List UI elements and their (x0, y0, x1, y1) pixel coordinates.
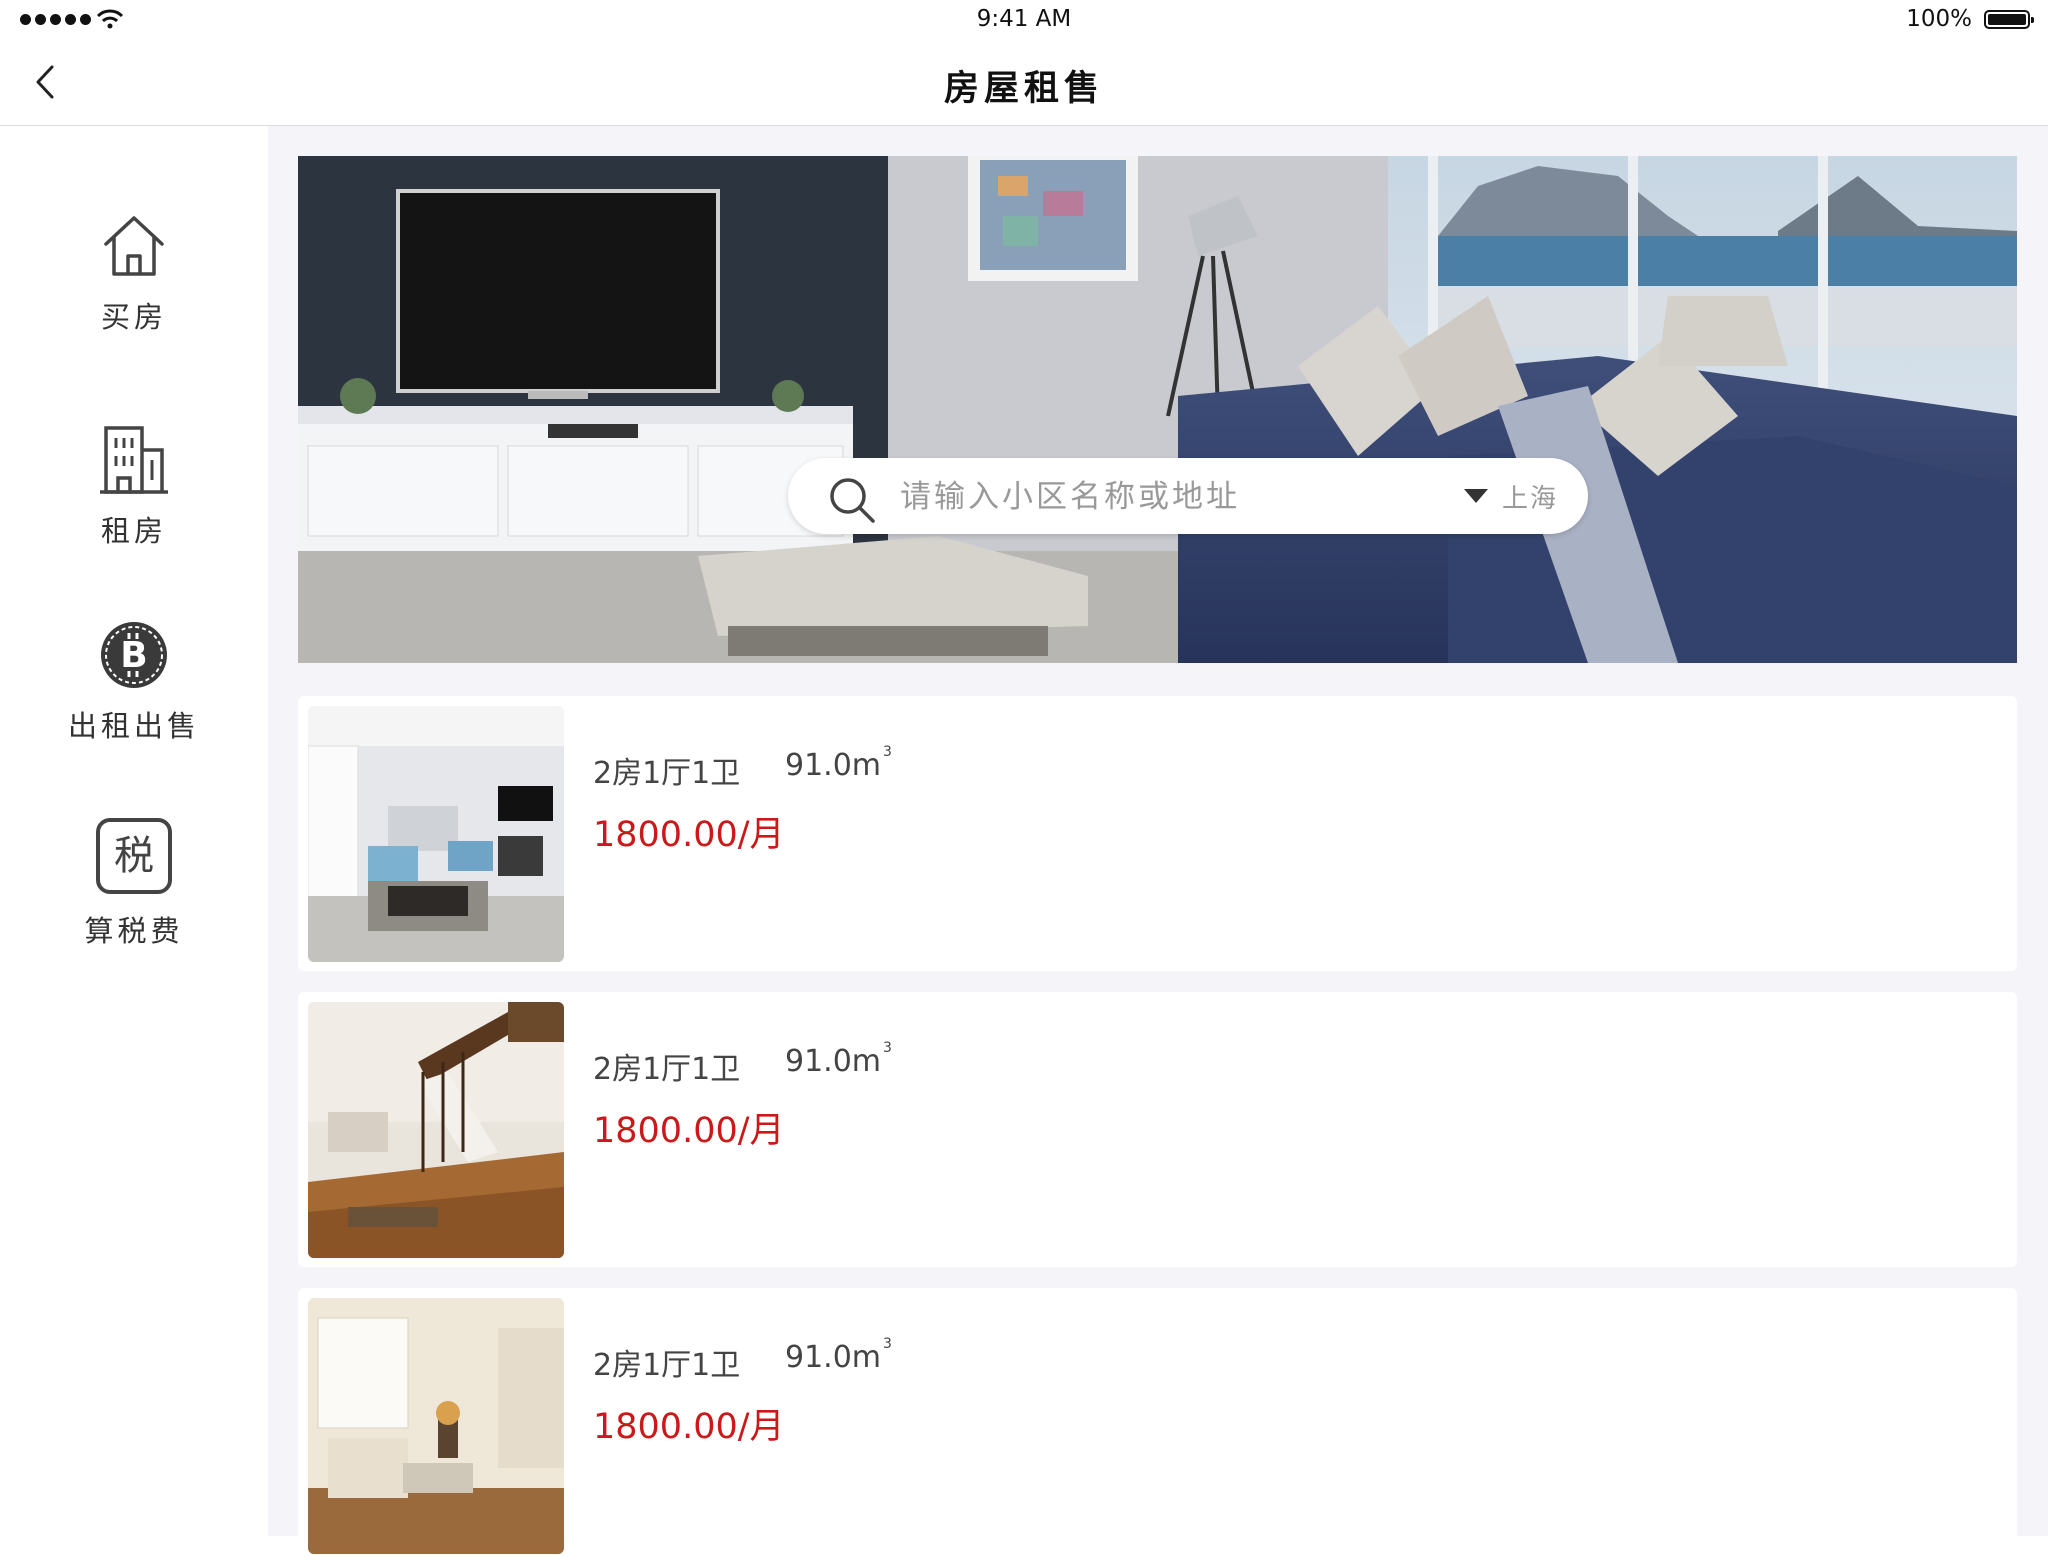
listing-thumbnail (308, 1298, 564, 1554)
battery-percentage: 100% (1906, 6, 1972, 32)
sidebar-item-buy[interactable]: 买房 (0, 210, 268, 336)
bitcoin-icon: B (101, 622, 167, 688)
listing-area-value: 91.0m (785, 748, 882, 783)
area-unit-superscript: 3 (883, 744, 892, 760)
listing-area-value: 91.0m (785, 1340, 882, 1375)
sidebar-item-label: 算税费 (84, 914, 184, 948)
sidebar-item-label: 出租出售 (67, 709, 200, 743)
listing-price: 1800.00/月 (593, 1111, 785, 1151)
status-bar: 9:41 AM 100% (0, 0, 2048, 40)
listing-thumbnail (308, 1002, 564, 1258)
listing-card[interactable]: 2房1厅1卫 91.0m 3 1800.00/月 (298, 1288, 2017, 1563)
listing-price: 1800.00/月 (593, 815, 785, 855)
area-unit-superscript: 3 (883, 1040, 892, 1056)
city-label: 上海 (1501, 483, 1558, 514)
listing-area: 91.0m 3 (785, 744, 892, 783)
area-unit-superscript: 3 (883, 1336, 892, 1352)
main-content: 上海 2房1厅1卫 91.0m3 1800.00/月 (268, 126, 2048, 1563)
listing-layout: 2房1厅1卫 (593, 1052, 741, 1087)
search-input[interactable] (898, 472, 1402, 522)
listing-area: 91.0m 3 (785, 1040, 892, 1079)
page-title: 房屋租售 (943, 69, 1104, 109)
search-icon (830, 478, 875, 523)
tax-icon: 税 (96, 818, 172, 894)
navigation-bar: 房屋租售 (0, 40, 2048, 126)
banner-image: 上海 (298, 156, 2017, 663)
listing-layout: 2房1厅1卫 (593, 1348, 741, 1383)
sidebar-item-lease-sell[interactable]: B 出租出售 (0, 619, 268, 745)
battery-icon (1984, 10, 2034, 29)
listing-area-value: 91.0m (785, 1044, 882, 1079)
listing-area: 91.0m 3 (785, 1336, 892, 1375)
living-room-photo (298, 156, 2017, 663)
svg-text:B: B (120, 635, 147, 676)
city-selector[interactable]: 上海 (1463, 476, 1558, 516)
sidebar-item-rent[interactable]: 租房 (0, 424, 268, 550)
sidebar: 买房 租房 B 出租出售 税 算税费 (0, 126, 268, 1536)
sidebar-item-tax-calculator[interactable]: 税 算税费 (0, 816, 268, 950)
house-icon (104, 216, 164, 276)
status-time: 9:41 AM (976, 6, 1072, 32)
building-icon (100, 426, 168, 494)
tax-icon-glyph: 税 (114, 833, 154, 879)
dropdown-triangle-icon (1463, 489, 1488, 503)
listing-card[interactable]: 2房1厅1卫 91.0m 3 1800.00/月 (298, 696, 2017, 971)
listing-card[interactable]: 2房1厅1卫 91.0m 3 1800.00/月 (298, 992, 2017, 1267)
sidebar-item-label: 租房 (100, 514, 167, 548)
sidebar-item-label: 买房 (100, 300, 167, 334)
listing-price: 1800.00/月 (593, 1407, 785, 1447)
listing-layout: 2房1厅1卫 (593, 756, 741, 791)
search-bar: 上海 (788, 458, 1588, 534)
listing-thumbnail (308, 706, 564, 962)
